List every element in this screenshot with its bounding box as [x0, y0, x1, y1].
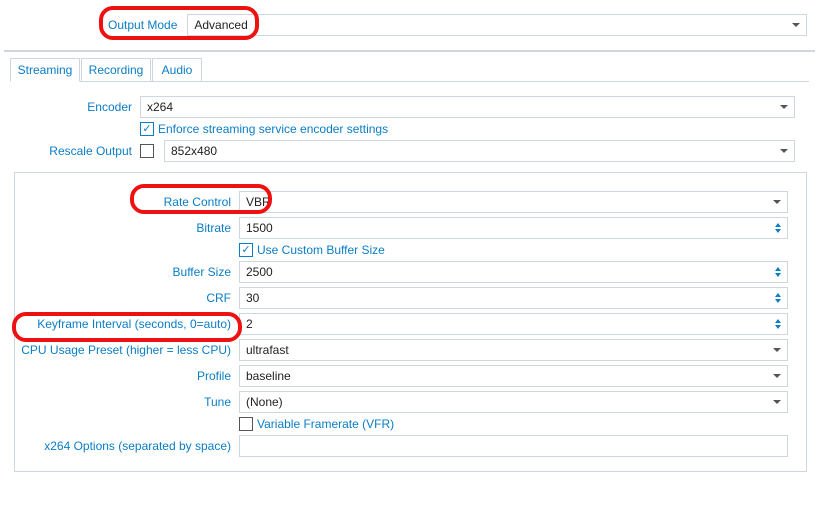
- chevron-down-icon[interactable]: [775, 229, 781, 233]
- tune-value: (None): [246, 395, 283, 409]
- output-mode-label: Output Mode: [108, 18, 177, 32]
- buffer-size-value: 2500: [246, 265, 273, 279]
- encoder-label: Encoder: [0, 100, 132, 114]
- profile-label: Profile: [21, 369, 231, 383]
- rate-control-value: VBR: [246, 195, 271, 209]
- cpu-preset-value: ultrafast: [246, 343, 289, 357]
- chevron-down-icon: [773, 200, 781, 204]
- tab-streaming[interactable]: Streaming: [10, 58, 80, 82]
- crf-input[interactable]: 30: [239, 287, 788, 309]
- bitrate-input[interactable]: 1500: [239, 217, 788, 239]
- rescale-label: Rescale Output: [0, 144, 132, 158]
- tune-select[interactable]: (None): [239, 391, 788, 413]
- enforce-checkbox[interactable]: ✓: [140, 122, 154, 136]
- output-mode-value: Advanced: [194, 18, 247, 32]
- chevron-down-icon: [792, 23, 800, 27]
- vfr-checkbox[interactable]: ✓: [239, 417, 253, 431]
- tab-audio[interactable]: Audio: [152, 58, 202, 82]
- encoder-select[interactable]: x264: [140, 96, 795, 118]
- buffer-size-label: Buffer Size: [21, 265, 231, 279]
- cpu-preset-label: CPU Usage Preset (higher = less CPU): [21, 343, 231, 357]
- rescale-value: 852x480: [171, 144, 217, 158]
- chevron-up-icon[interactable]: [775, 293, 781, 297]
- crf-value: 30: [246, 291, 259, 305]
- chevron-down-icon[interactable]: [775, 299, 781, 303]
- profile-value: baseline: [246, 369, 291, 383]
- chevron-down-icon: [773, 400, 781, 404]
- encoder-settings-panel: Rate Control VBR Bitrate 1500 ✓ Use Cust…: [14, 172, 807, 472]
- rescale-select[interactable]: 852x480: [164, 140, 795, 162]
- encoder-value: x264: [147, 100, 173, 114]
- custom-buffer-label: Use Custom Buffer Size: [257, 243, 385, 257]
- vfr-label: Variable Framerate (VFR): [257, 417, 394, 431]
- chevron-up-icon[interactable]: [775, 319, 781, 323]
- keyframe-label: Keyframe Interval (seconds, 0=auto): [21, 317, 231, 331]
- chevron-down-icon: [773, 374, 781, 378]
- bitrate-value: 1500: [246, 221, 273, 235]
- tab-recording[interactable]: Recording: [81, 58, 151, 82]
- cpu-preset-select[interactable]: ultrafast: [239, 339, 788, 361]
- profile-select[interactable]: baseline: [239, 365, 788, 387]
- keyframe-value: 2: [246, 317, 253, 331]
- crf-label: CRF: [21, 291, 231, 305]
- tune-label: Tune: [21, 395, 231, 409]
- custom-buffer-checkbox[interactable]: ✓: [239, 243, 253, 257]
- enforce-label: Enforce streaming service encoder settin…: [158, 122, 388, 136]
- chevron-down-icon[interactable]: [775, 273, 781, 277]
- chevron-up-icon[interactable]: [775, 223, 781, 227]
- rescale-checkbox[interactable]: ✓: [140, 144, 154, 158]
- buffer-size-input[interactable]: 2500: [239, 261, 788, 283]
- rate-control-label: Rate Control: [21, 195, 231, 209]
- chevron-down-icon[interactable]: [775, 325, 781, 329]
- chevron-down-icon: [773, 348, 781, 352]
- chevron-down-icon: [780, 149, 788, 153]
- x264-opts-label: x264 Options (separated by space): [21, 439, 231, 453]
- chevron-down-icon: [780, 105, 788, 109]
- rate-control-select[interactable]: VBR: [239, 191, 788, 213]
- output-mode-select[interactable]: Advanced: [187, 14, 807, 36]
- chevron-up-icon[interactable]: [775, 267, 781, 271]
- keyframe-input[interactable]: 2: [239, 313, 788, 335]
- x264-opts-input[interactable]: [239, 435, 788, 457]
- bitrate-label: Bitrate: [21, 221, 231, 235]
